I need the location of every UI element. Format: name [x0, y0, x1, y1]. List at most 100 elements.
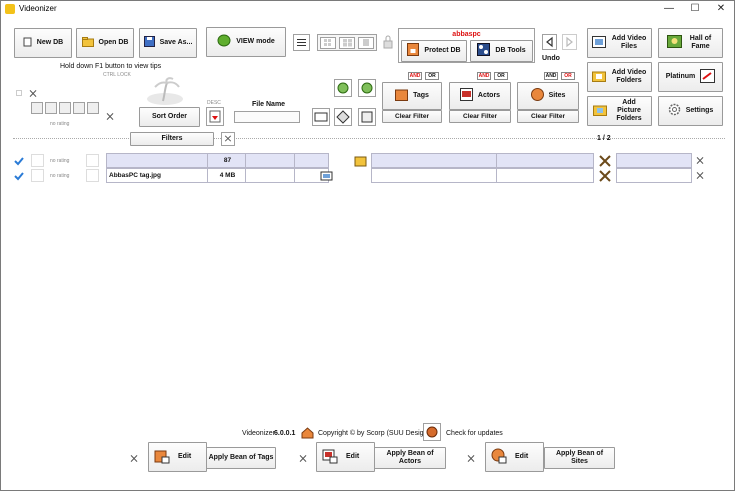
protect-db-button[interactable]: Protect DB [401, 40, 467, 62]
site-icon [530, 88, 544, 104]
clear-tags-bean-icon[interactable]: ⨯ [129, 452, 139, 464]
grid-small-button[interactable] [320, 37, 336, 49]
grid-large-button[interactable] [358, 37, 374, 49]
star-5[interactable] [87, 102, 99, 114]
padlock-icon [407, 43, 420, 59]
new-db-button[interactable]: New DB [14, 28, 72, 58]
check-icon[interactable] [13, 155, 25, 167]
update-icon [426, 426, 438, 438]
star-3[interactable] [59, 102, 71, 114]
refresh-button[interactable] [334, 79, 352, 97]
hall-of-fame-button[interactable]: Hall of Fame [658, 28, 723, 58]
video-file-icon[interactable] [319, 169, 333, 182]
add-video-folders-button[interactable]: Add Video Folders [587, 62, 652, 92]
row-rating[interactable]: no rating [50, 158, 69, 164]
folder-icon [81, 36, 94, 50]
sites-or-toggle[interactable]: OR [561, 72, 575, 80]
actors-or-label: OR [497, 73, 505, 79]
edit-sites-label: Edit [515, 453, 529, 460]
add-video-files-button[interactable]: Add Video Files [587, 28, 652, 58]
remove-row-icon[interactable]: ⨯ [695, 154, 705, 166]
star-4[interactable] [73, 102, 85, 114]
picture-folder-icon [593, 104, 607, 119]
sites-filter-button[interactable]: Sites [517, 82, 579, 110]
save-as-button[interactable]: Save As... [139, 28, 197, 58]
edit-actors-button[interactable]: Edit [316, 442, 375, 472]
view-mode-button[interactable]: VIEW mode [206, 27, 286, 57]
tag-marker-icon[interactable] [353, 154, 367, 167]
grid-medium-button[interactable] [339, 37, 355, 49]
tags-clear-filter-button[interactable]: Clear Filter [382, 110, 442, 123]
add-picture-folders-button[interactable]: Add Picture Folders [587, 96, 652, 126]
apply-bean-of-actors-button[interactable]: Apply Bean of Actors [374, 447, 446, 469]
db-tools-button[interactable]: DB Tools [470, 40, 533, 62]
actors-or-toggle[interactable]: OR [494, 72, 508, 80]
rating-stars[interactable] [31, 102, 102, 115]
undo-back-button[interactable] [542, 34, 557, 50]
tag-button[interactable] [334, 108, 352, 126]
thumbnail-button[interactable] [312, 108, 330, 126]
film-icon [592, 35, 606, 51]
star-1[interactable] [31, 102, 43, 114]
sites-clear-filter-button[interactable]: Clear Filter [517, 110, 579, 123]
star-2[interactable] [45, 102, 57, 114]
footer-app-name: Videonizer [242, 430, 275, 437]
redo-forward-button[interactable] [562, 34, 577, 50]
row-col-3 [245, 153, 295, 168]
row-thumb-slot [31, 169, 44, 182]
tags-and-toggle[interactable]: AND [408, 72, 422, 80]
apply-sites-label: Apply Bean of Sites [555, 450, 604, 465]
table-row[interactable]: no rating 87 ⨯ [13, 153, 725, 168]
minimize-button[interactable]: — [657, 3, 681, 15]
clear-filters-icon[interactable]: ⨯ [221, 132, 235, 146]
actors-filter-button[interactable]: Actors [449, 82, 511, 110]
actors-and-toggle[interactable]: AND [477, 72, 491, 80]
check-updates-button[interactable] [423, 423, 441, 441]
tag-bag-icon [395, 88, 409, 104]
apply-bean-of-tags-button[interactable]: Apply Bean of Tags [206, 447, 276, 469]
tools-edit-icon[interactable] [598, 154, 612, 167]
file-name-input[interactable] [234, 111, 300, 123]
actors-clear-filter-button[interactable]: Clear Filter [449, 110, 511, 123]
table-row[interactable]: no rating AbbasPC tag.jpg 4 MB ⨯ [13, 168, 725, 183]
row-col-4 [294, 153, 329, 168]
sort-order-button[interactable]: Sort Order [139, 107, 200, 127]
clear-sites-bean-icon[interactable]: ⨯ [466, 452, 476, 464]
list-view-button[interactable] [293, 34, 310, 51]
reload-button[interactable] [358, 79, 376, 97]
row-rating[interactable]: no rating [50, 173, 69, 179]
platinum-button[interactable]: Platinum [658, 62, 723, 92]
edit-sites-button[interactable]: Edit [485, 442, 544, 472]
sort-order-label: Sort Order [151, 113, 187, 120]
select-all-checkbox[interactable] [16, 90, 22, 96]
apply-bean-of-sites-button[interactable]: Apply Bean of Sites [544, 447, 615, 469]
sites-clear-filter-label: Clear Filter [531, 112, 565, 120]
tools-edit-icon[interactable] [598, 169, 612, 182]
row-file-name [106, 153, 208, 168]
arrow-right-icon [566, 36, 573, 48]
sites-and-toggle[interactable]: AND [544, 72, 558, 80]
maximize-button[interactable]: ☐ [683, 3, 707, 15]
row-file-name: AbbasPC tag.jpg [106, 168, 208, 183]
check-icon[interactable] [13, 170, 25, 182]
gallery-button[interactable] [358, 108, 376, 126]
settings-button[interactable]: Settings [658, 96, 723, 126]
lock-icon[interactable] [382, 34, 394, 50]
clear-selection-icon[interactable]: ⨯ [28, 87, 38, 99]
clear-rating-icon[interactable]: ⨯ [105, 110, 115, 122]
undo-label: Undo [542, 55, 560, 62]
home-icon[interactable] [301, 426, 314, 439]
edit-tags-button[interactable]: Edit [148, 442, 207, 472]
tag-icon [336, 110, 350, 124]
clear-actors-bean-icon[interactable]: ⨯ [298, 452, 308, 464]
document-icon [23, 37, 32, 50]
open-db-button[interactable]: Open DB [76, 28, 134, 58]
tags-or-toggle[interactable]: OR [425, 72, 439, 80]
app-icon [5, 4, 15, 14]
grid-large-icon [363, 39, 369, 46]
sort-direction-button[interactable] [206, 107, 224, 126]
close-button[interactable]: ✕ [709, 3, 733, 15]
remove-row-icon[interactable]: ⨯ [695, 169, 705, 181]
filters-button[interactable]: Filters [130, 132, 214, 146]
tags-filter-button[interactable]: Tags [382, 82, 442, 110]
